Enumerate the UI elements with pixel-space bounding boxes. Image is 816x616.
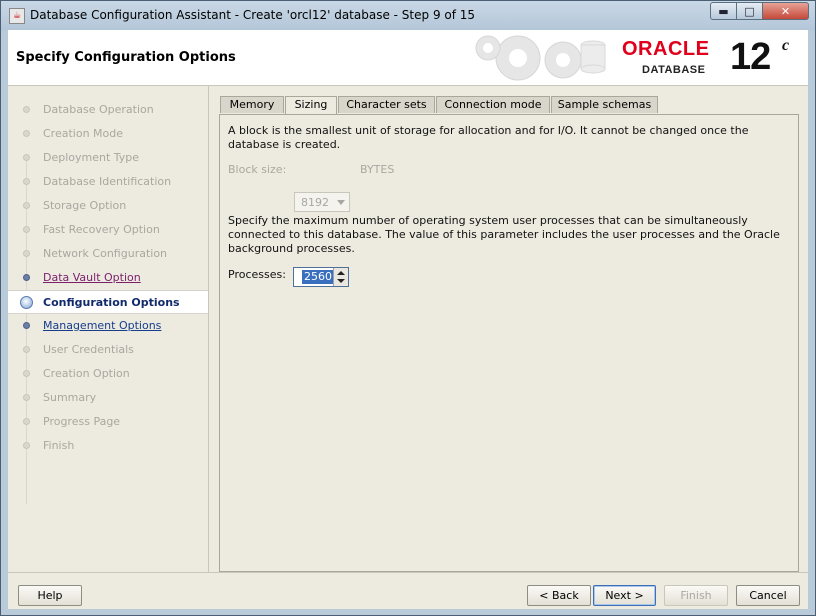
- finish-button: Finish: [664, 585, 728, 606]
- current-step-icon: [20, 296, 33, 309]
- processes-value[interactable]: 2560: [302, 270, 334, 284]
- step-dot: [23, 322, 30, 329]
- sizing-panel: A block is the smallest unit of storage …: [219, 114, 799, 572]
- minimize-button[interactable]: ▬: [710, 2, 737, 20]
- step-summary: Summary: [8, 386, 208, 410]
- maximize-icon: □: [744, 4, 755, 18]
- step-database-operation: Database Operation: [8, 98, 208, 122]
- spin-up-icon[interactable]: [337, 271, 345, 275]
- step-user-credentials: User Credentials: [8, 338, 208, 362]
- tab-sizing[interactable]: Sizing: [285, 96, 337, 115]
- close-icon: ✕: [780, 4, 791, 18]
- gears-graphic: [475, 35, 606, 81]
- step-label: Finish: [43, 439, 75, 452]
- step-fast-recovery-option: Fast Recovery Option: [8, 218, 208, 242]
- step-label: Storage Option: [43, 199, 127, 212]
- step-dot: [23, 226, 30, 233]
- cancel-button[interactable]: Cancel: [736, 585, 800, 606]
- step-dot: [23, 202, 30, 209]
- spin-down-icon[interactable]: [337, 279, 345, 283]
- step-management-options[interactable]: Management Options: [8, 314, 208, 338]
- minimize-icon: ▬: [718, 4, 729, 18]
- tab-character-sets[interactable]: Character sets: [338, 96, 435, 113]
- step-network-configuration: Network Configuration: [8, 242, 208, 266]
- step-finish: Finish: [8, 434, 208, 458]
- processes-description: Specify the maximum number of operating …: [228, 214, 780, 255]
- processes-spinner[interactable]: 2560: [293, 267, 349, 287]
- step-dot: [23, 274, 30, 281]
- close-button[interactable]: ✕: [763, 2, 809, 20]
- tab-sample-schemas[interactable]: Sample schemas: [551, 96, 658, 113]
- step-configuration-options: Configuration Options: [8, 290, 208, 314]
- step-data-vault-option[interactable]: Data Vault Option: [8, 266, 208, 290]
- step-label: Database Identification: [43, 175, 172, 188]
- page-header: Specify Configuration Options ORACLE DAT…: [8, 30, 808, 86]
- step-label: Deployment Type: [43, 151, 140, 164]
- step-deployment-type: Deployment Type: [8, 146, 208, 170]
- step-dot: [23, 250, 30, 257]
- block-size-select: 8192: [294, 192, 350, 212]
- step-label: Creation Option: [43, 367, 130, 380]
- step-creation-mode: Creation Mode: [8, 122, 208, 146]
- step-dot: [23, 418, 30, 425]
- step-label: Network Configuration: [43, 247, 168, 260]
- help-button[interactable]: Help: [18, 585, 82, 606]
- step-dot: [23, 370, 30, 377]
- processes-label: Processes:: [228, 268, 286, 281]
- tab-connection-mode[interactable]: Connection mode: [436, 96, 550, 113]
- step-label: Progress Page: [43, 415, 121, 428]
- step-dot: [23, 154, 30, 161]
- tab-memory[interactable]: Memory: [220, 96, 284, 113]
- footer-divider: [8, 572, 808, 573]
- step-progress-page: Progress Page: [8, 410, 208, 434]
- title-bar[interactable]: ☕ Database Configuration Assistant - Cre…: [1, 1, 815, 30]
- step-label: Management Options: [43, 319, 162, 332]
- oracle-brand: ORACLE: [622, 38, 710, 60]
- step-creation-option: Creation Option: [8, 362, 208, 386]
- block-size-unit: BYTES: [360, 163, 395, 176]
- step-dot: [23, 106, 30, 113]
- oracle-logo: ORACLE DATABASE: [622, 38, 710, 76]
- step-storage-option: Storage Option: [8, 194, 208, 218]
- version-suffix: c: [782, 37, 790, 54]
- page-title: Specify Configuration Options: [16, 50, 236, 65]
- spinner-buttons: [333, 268, 348, 286]
- step-label: Summary: [43, 391, 97, 404]
- chevron-down-icon: [337, 200, 345, 205]
- window-controls: ▬ □ ✕: [710, 2, 809, 21]
- database-brand: DATABASE: [642, 64, 706, 76]
- next-button[interactable]: Next >: [593, 585, 656, 606]
- step-label: Fast Recovery Option: [43, 223, 160, 236]
- step-dot: [23, 130, 30, 137]
- step-label: User Credentials: [43, 343, 134, 356]
- version-number: 12: [730, 36, 771, 78]
- step-dot: [23, 442, 30, 449]
- step-label: Configuration Options: [43, 296, 180, 309]
- window-title: Database Configuration Assistant - Creat…: [30, 8, 476, 22]
- step-database-identification: Database Identification: [8, 170, 208, 194]
- block-size-label: Block size:: [228, 163, 287, 176]
- step-dot: [23, 394, 30, 401]
- step-label: Data Vault Option: [43, 271, 141, 284]
- back-button[interactable]: < Back: [527, 585, 591, 606]
- step-dot: [23, 178, 30, 185]
- block-size-description: A block is the smallest unit of storage …: [228, 124, 749, 151]
- dbca-window: ☕ Database Configuration Assistant - Cre…: [0, 0, 816, 616]
- step-label: Database Operation: [43, 103, 154, 116]
- maximize-button[interactable]: □: [737, 2, 763, 20]
- block-size-value: 8192: [301, 196, 329, 209]
- step-label: Creation Mode: [43, 127, 124, 140]
- step-dot: [23, 346, 30, 353]
- step-navigator: Database Operation Creation Mode Deploym…: [8, 86, 209, 572]
- client-area: Specify Configuration Options ORACLE DAT…: [8, 30, 808, 609]
- java-app-icon: ☕: [9, 8, 25, 24]
